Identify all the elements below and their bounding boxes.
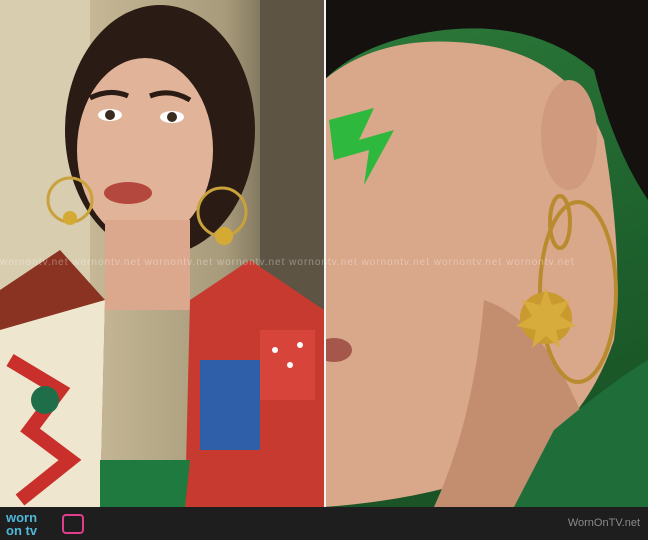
left-photo-illustration (0, 0, 324, 507)
photo-divider (324, 0, 326, 507)
lips (104, 182, 152, 204)
wornontv-logo[interactable]: worn on tv (6, 511, 84, 537)
green-top (100, 460, 190, 507)
footer-bar: worn on tv WornOnTV.net (0, 507, 648, 540)
ear (541, 80, 597, 190)
right-photo-illustration (324, 0, 648, 507)
logo-line-2: on tv (6, 523, 38, 538)
left-photo (0, 0, 324, 507)
face (77, 58, 213, 242)
tv-icon (62, 514, 84, 534)
right-photo: wear it match (324, 0, 648, 507)
source-label: WornOnTV.net (567, 517, 640, 529)
watermark-text: wornontv.net wornontv.net wornontv.net w… (0, 257, 575, 268)
